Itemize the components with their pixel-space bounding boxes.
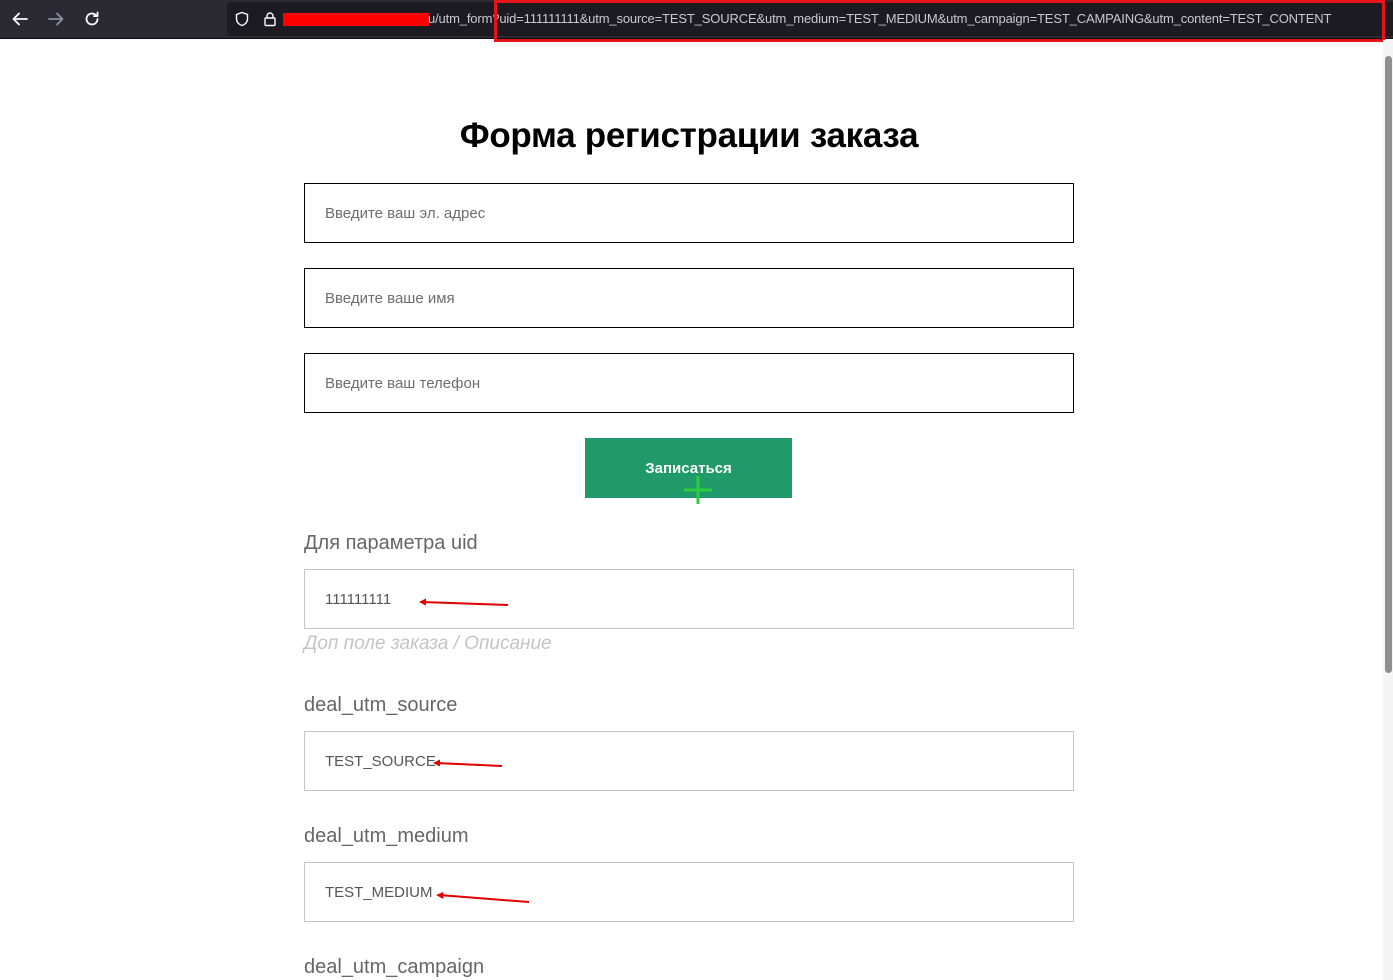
url-redaction [283, 13, 429, 26]
annotation-arrow-icon [419, 598, 509, 606]
forward-arrow-icon[interactable] [43, 7, 69, 31]
reload-icon[interactable] [79, 7, 105, 31]
utm-medium-value: TEST_MEDIUM [325, 884, 433, 901]
page-title: Форма регистрации заказа [459, 116, 919, 155]
utm-medium-label: deal_utm_medium [304, 825, 469, 847]
utm-campaign-label: deal_utm_campaign [304, 956, 485, 978]
uid-label: Для параметра uid [304, 532, 478, 554]
uid-hint: Доп поле заказа / Описание [304, 633, 552, 654]
utm-source-value: TEST_SOURCE [325, 753, 436, 770]
utm-source-label: deal_utm_source [304, 694, 458, 716]
url-text[interactable]: u/utm_form?uid=111111111&utm_source=TEST… [428, 11, 1331, 26]
email-placeholder: Введите ваш эл. адрес [325, 205, 486, 222]
utm-source-field[interactable]: TEST_SOURCE [304, 731, 1074, 791]
page-scrollbar[interactable] [1383, 40, 1393, 980]
scrollbar-thumb[interactable] [1385, 56, 1392, 673]
annotation-arrow-icon [436, 892, 530, 903]
shield-icon[interactable] [234, 11, 250, 27]
name-field[interactable]: Введите ваше имя [304, 268, 1074, 328]
phone-field[interactable]: Введите ваш телефон [304, 353, 1074, 413]
address-bar[interactable]: u/utm_form?uid=111111111&utm_source=TEST… [227, 2, 1393, 36]
phone-placeholder: Введите ваш телефон [325, 375, 481, 392]
crosshair-cursor-icon [684, 476, 712, 504]
annotation-arrow-icon [433, 759, 503, 767]
name-placeholder: Введите ваше имя [325, 290, 455, 307]
browser-toolbar: u/utm_form?uid=111111111&utm_source=TEST… [0, 0, 1393, 42]
utm-medium-field[interactable]: TEST_MEDIUM [304, 862, 1074, 922]
uid-value: 111111111 [325, 591, 392, 608]
back-arrow-icon[interactable] [7, 7, 33, 31]
email-field[interactable]: Введите ваш эл. адрес [304, 183, 1074, 243]
lock-icon[interactable] [262, 11, 278, 27]
